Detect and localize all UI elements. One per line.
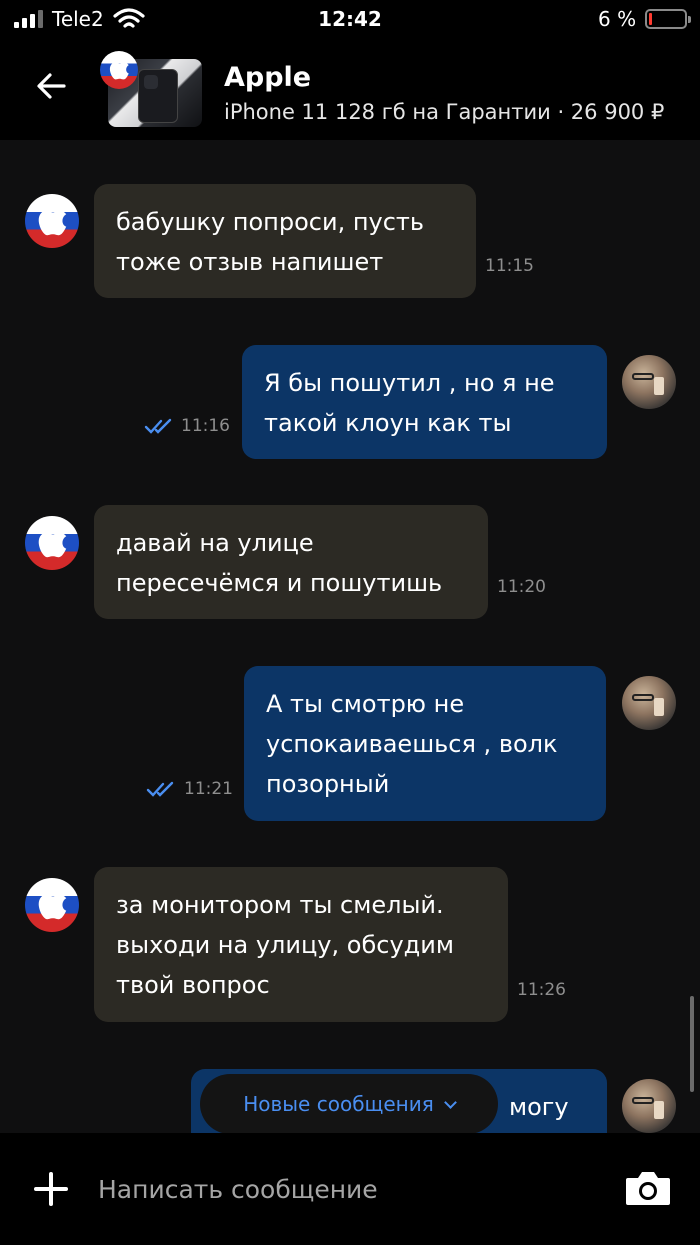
chat-title[interactable]: Apple	[224, 62, 311, 93]
message-bubble-incoming[interactable]: бабушку попроси, пусть тоже отзыв напише…	[94, 184, 476, 298]
message-text: давай на улице	[116, 529, 314, 557]
listing-subtitle[interactable]: iPhone 11 128 гб на Гарантии · 26 900 ₽	[224, 100, 664, 124]
message-composer	[0, 1133, 700, 1245]
message-text: Я бы пошутил , но я не	[264, 369, 555, 397]
scrollbar[interactable]	[690, 996, 694, 1092]
read-checkmarks-icon	[144, 418, 172, 434]
new-messages-button[interactable]: Новые сообщения	[200, 1074, 498, 1133]
message-text: такой клоун как ты	[264, 409, 512, 437]
status-time: 12:42	[318, 7, 382, 31]
plus-icon[interactable]	[34, 1172, 68, 1206]
message-text: могу	[509, 1093, 569, 1121]
message-time: 11:15	[485, 256, 534, 276]
message-text: за монитором ты смелый.	[116, 891, 444, 919]
message-text: позорный	[266, 770, 390, 798]
chat-header: Apple iPhone 11 128 гб на Гарантии · 26 …	[0, 40, 700, 140]
message-bubble-incoming[interactable]: за монитором ты смелый. выходи на улицу,…	[94, 867, 508, 1022]
apple-logo-icon	[38, 885, 67, 920]
message-list[interactable]: бабушку попроси, пусть тоже отзыв напише…	[0, 140, 700, 1133]
battery-icon	[645, 9, 691, 29]
shop-avatar[interactable]	[25, 516, 79, 570]
read-checkmarks-icon	[146, 781, 174, 797]
message-text: выходи на улицу, обсудим	[116, 931, 454, 959]
battery-percent: 6 %	[598, 7, 637, 31]
message-text: А ты смотрю не	[266, 690, 465, 718]
apple-logo-icon	[38, 523, 67, 558]
user-avatar[interactable]	[622, 1079, 676, 1133]
apple-logo-icon	[109, 56, 129, 80]
message-bubble-outgoing[interactable]: А ты смотрю не успокаиваешься , волк поз…	[244, 666, 606, 821]
message-time: 11:26	[517, 980, 566, 1000]
user-avatar[interactable]	[622, 355, 676, 409]
message-text: твой вопрос	[116, 971, 270, 999]
message-bubble-outgoing[interactable]: Я бы пошутил , но я не такой клоун как т…	[242, 345, 607, 459]
arrow-left-icon[interactable]	[30, 64, 74, 108]
user-avatar[interactable]	[622, 676, 676, 730]
message-text: успокаиваешься , волк	[266, 730, 558, 758]
message-bubble-incoming[interactable]: давай на улице пересечёмся и пошутишь	[94, 505, 488, 619]
apple-logo-icon	[38, 201, 67, 236]
new-messages-label: Новые сообщения	[243, 1092, 434, 1116]
camera-icon[interactable]	[624, 1169, 672, 1207]
message-text: тоже отзыв напишет	[116, 248, 384, 276]
message-input[interactable]	[98, 1169, 578, 1209]
message-time: 11:21	[184, 779, 233, 799]
status-bar: Tele2 12:42 6 %	[0, 0, 700, 40]
message-time: 11:16	[181, 416, 230, 436]
message-time: 11:20	[497, 577, 546, 597]
shop-avatar	[100, 51, 138, 89]
message-text: бабушку попроси, пусть	[116, 208, 425, 236]
shop-avatar[interactable]	[25, 878, 79, 932]
chevron-down-icon	[443, 1096, 457, 1109]
battery-level	[649, 13, 652, 25]
shop-avatar[interactable]	[25, 194, 79, 248]
message-text: пересечёмся и пошутишь	[116, 569, 443, 597]
